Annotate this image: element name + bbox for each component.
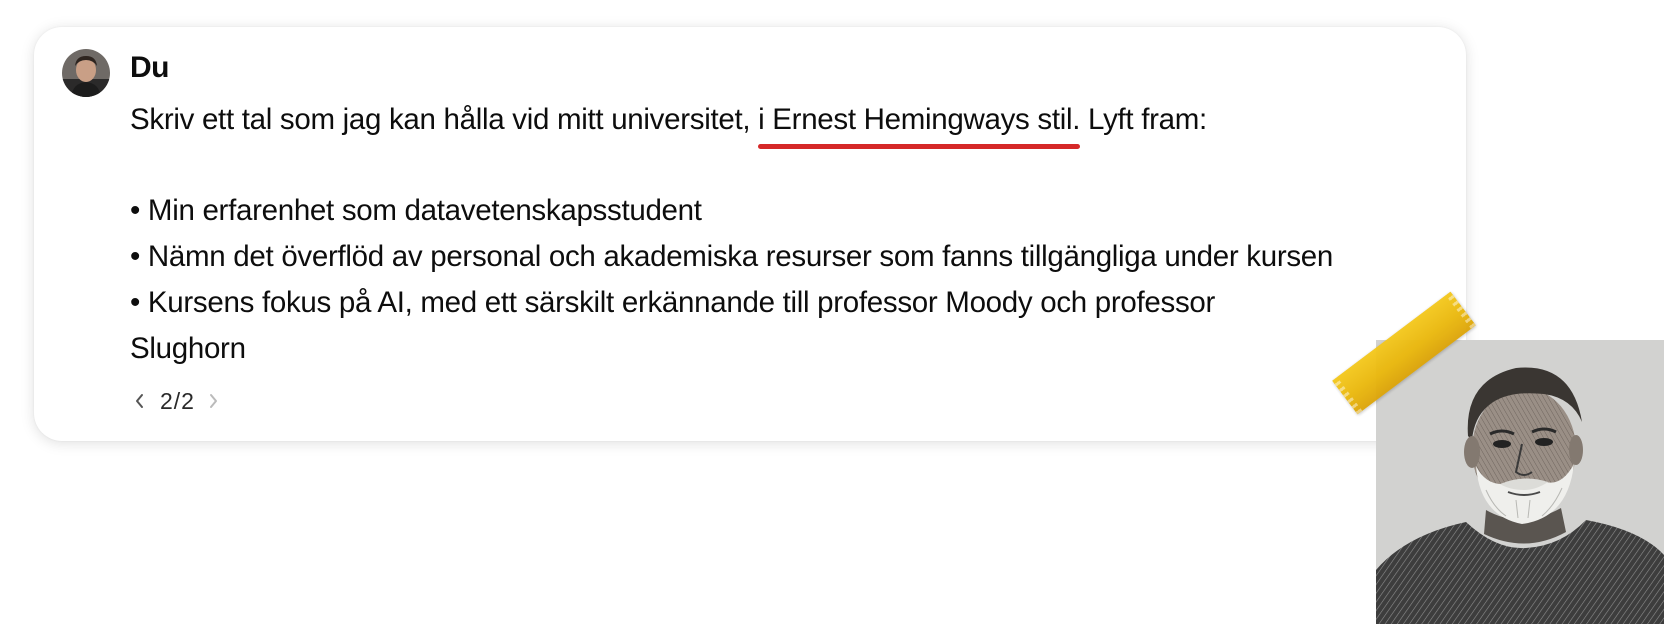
red-underline (758, 144, 1081, 149)
bullet-item: • Kursens fokus på AI, med ett särskilt … (130, 286, 1216, 319)
chevron-right-icon[interactable] (203, 391, 223, 411)
pager-count: 2/2 (160, 387, 195, 414)
message-line-intro: Skriv ett tal som jag kan hålla vid mitt… (130, 97, 1450, 149)
user-avatar-icon (62, 49, 110, 97)
bearded-man-sketch-icon (1376, 340, 1664, 624)
chevron-left-icon[interactable] (130, 391, 150, 411)
response-pager: 2/2 (130, 386, 223, 416)
chat-message-card: Du Skriv ett tal som jag kan hålla vid m… (34, 27, 1466, 441)
message-intro-text: Skriv ett tal som jag kan hålla vid mitt… (130, 103, 759, 136)
highlighted-phrase: i Ernest Hemingways stil. (758, 97, 1081, 149)
bullet-item-continuation: Slughorn (130, 332, 246, 365)
avatar (62, 49, 110, 97)
hemingway-portrait-image (1376, 340, 1664, 624)
highlighted-phrase-text: i Ernest Hemingways stil. (758, 103, 1081, 136)
message-author: Du (130, 51, 170, 84)
message-intro-end: Lyft fram: (1080, 103, 1207, 136)
bullet-item: • Nämn det överflöd av personal och akad… (130, 240, 1334, 273)
message-text: Skriv ett tal som jag kan hålla vid mitt… (130, 97, 1450, 372)
bullet-item: • Min erfarenhet som datavetenskapsstude… (130, 194, 702, 227)
